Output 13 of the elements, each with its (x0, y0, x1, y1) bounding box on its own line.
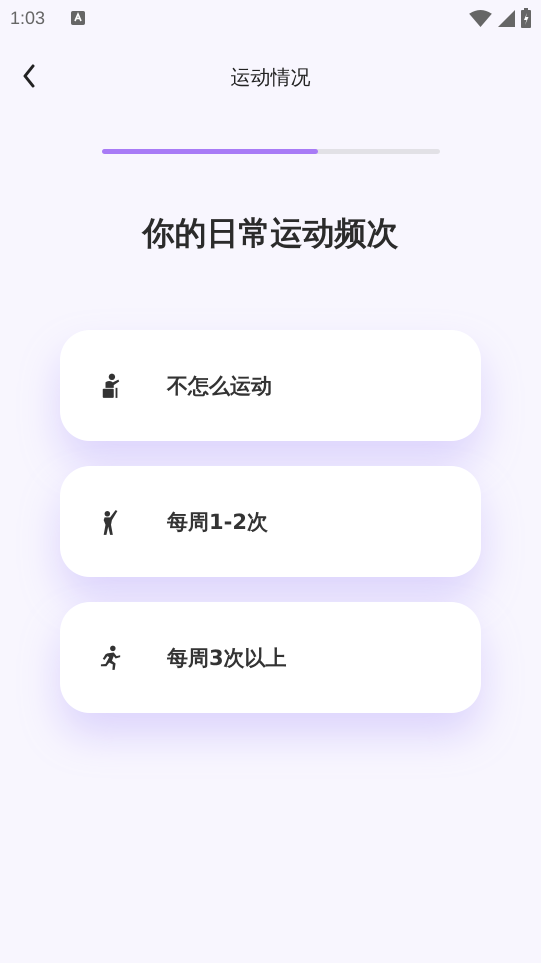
back-button[interactable] (22, 64, 36, 88)
question-heading: 你的日常运动频次 (140, 213, 400, 254)
running-person-icon (100, 644, 122, 670)
sitting-person-icon (100, 372, 122, 398)
keyboard-icon (71, 11, 86, 25)
page-title: 运动情况 (230, 64, 310, 90)
battery-icon (521, 8, 531, 28)
option-card[interactable]: 每周3次以上 (60, 602, 481, 713)
status-time: 1:03 (10, 8, 46, 28)
signal-icon (498, 10, 515, 26)
option-card[interactable]: 不怎么运动 (60, 330, 481, 441)
wifi-icon (469, 10, 492, 26)
option-card[interactable]: 每周1-2次 (60, 466, 481, 577)
